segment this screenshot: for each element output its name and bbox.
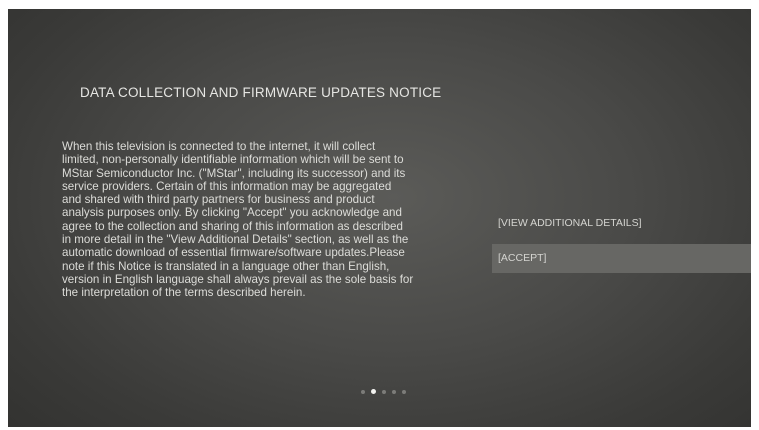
notice-body-line: MStar Semiconductor Inc. ("MStar", inclu…: [62, 166, 406, 180]
page-dot: [382, 389, 386, 394]
view-additional-details-button[interactable]: [VIEW ADDITIONAL DETAILS]: [492, 209, 751, 238]
notice-body-line: in more detail in the "View Additional D…: [62, 233, 409, 247]
setup-screen: DATA COLLECTION AND FIRMWARE UPDATES NOT…: [8, 9, 751, 427]
notice-body-line: the interpretation of the terms describe…: [62, 286, 306, 300]
notice-body-line: When this television is connected to the…: [62, 140, 376, 153]
notice-body-line: note if this Notice is translated in a l…: [62, 259, 390, 273]
notice-body-line: agree to the collection and sharing of t…: [62, 219, 403, 233]
notice-body-line: and shared with third party partners for…: [62, 193, 375, 207]
notice-body-line: automatic download of essential firmware…: [62, 246, 405, 260]
page-dot: [392, 389, 396, 394]
notice-title: DATA COLLECTION AND FIRMWARE UPDATES NOT…: [80, 85, 442, 100]
notice-body-line: analysis purposes only. By clicking "Acc…: [62, 206, 402, 220]
page-dot-active: [371, 389, 376, 394]
notice-body-line: version in English language shall always…: [62, 272, 414, 286]
accept-button[interactable]: [ACCEPT]: [492, 244, 751, 273]
page-indicator: [361, 389, 406, 394]
notice-body-line: limited, non-personally identifiable inf…: [62, 153, 404, 167]
notice-body: When this television is connected to the…: [62, 140, 442, 300]
page-dot: [361, 389, 365, 394]
notice-body-line: service providers. Certain of this infor…: [62, 179, 392, 193]
page-dot: [402, 389, 406, 394]
